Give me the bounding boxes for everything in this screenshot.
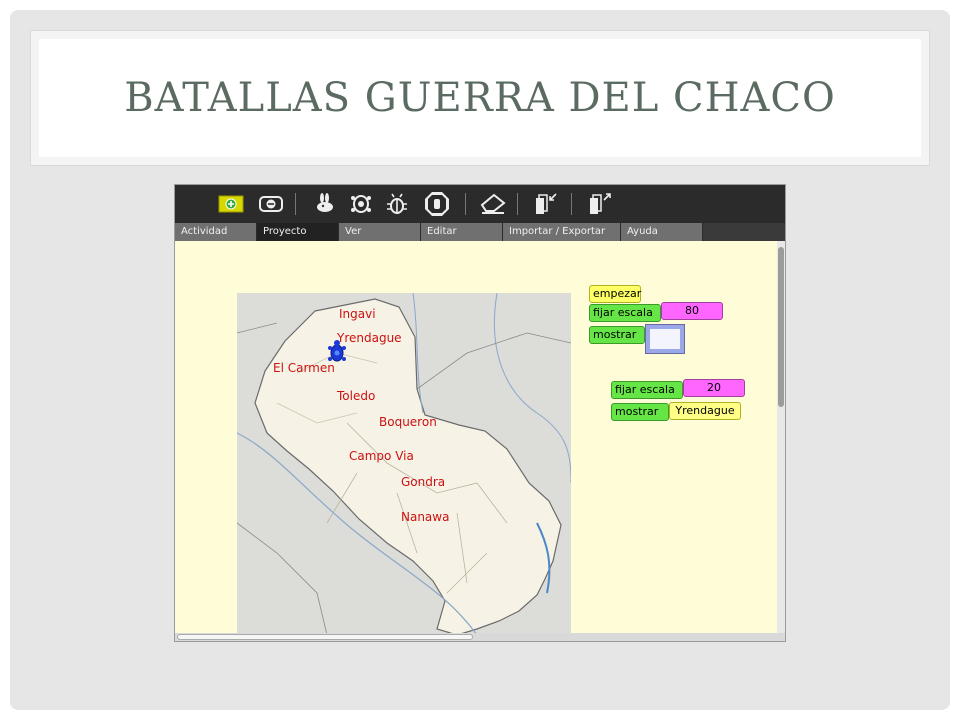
- show-text-block[interactable]: Yrendague: [669, 402, 741, 420]
- expand-icon[interactable]: [585, 191, 613, 217]
- stop-hand-icon[interactable]: [423, 191, 451, 217]
- title-banner: BATALLAS GUERRA DEL CHACO: [30, 30, 930, 166]
- show-block-2[interactable]: mostrar: [611, 403, 669, 421]
- horizontal-scroll-thumb[interactable]: [177, 634, 473, 640]
- tab-importar-exportar[interactable]: Importar / Exportar: [503, 223, 621, 241]
- tab-ver[interactable]: Ver: [339, 223, 421, 241]
- tab-proyecto[interactable]: Proyecto: [257, 223, 339, 241]
- map-label-nanawa: Nanawa: [401, 510, 450, 524]
- toolbar: [175, 185, 785, 223]
- tab-ayuda[interactable]: Ayuda: [621, 223, 703, 241]
- turtle-step-icon[interactable]: [347, 191, 375, 217]
- map-label-yrendague: Yrendague: [337, 331, 402, 345]
- vertical-scroll-thumb[interactable]: [778, 247, 784, 407]
- rabbit-run-icon[interactable]: [311, 191, 339, 217]
- bug-debug-icon[interactable]: [383, 191, 411, 217]
- slide-title: BATALLAS GUERRA DEL CHACO: [124, 75, 836, 121]
- tab-editar[interactable]: Editar: [421, 223, 503, 241]
- show-block[interactable]: mostrar: [589, 326, 645, 344]
- map-label-ingavi: Ingavi: [339, 307, 376, 321]
- map-label-gondra: Gondra: [401, 475, 446, 489]
- horizontal-scrollbar[interactable]: [175, 633, 785, 641]
- set-scale-block[interactable]: fijar escala: [589, 304, 661, 322]
- map-label-campo-via: Campo Via: [349, 449, 414, 463]
- collapse-icon[interactable]: [531, 191, 559, 217]
- paraguay-map-image: Ingavi Yrendague El Carmen Toledo Boquer…: [237, 293, 571, 635]
- eraser-icon[interactable]: [479, 191, 507, 217]
- turtle-art-window: Actividad Proyecto Ver Editar Importar /…: [174, 184, 786, 642]
- map-label-boqueron: Boqueron: [379, 415, 437, 429]
- start-block[interactable]: empezar: [589, 285, 641, 303]
- map-label-el-carmen: El Carmen: [273, 361, 335, 375]
- image-thumbnail-block[interactable]: [645, 324, 685, 354]
- tab-actividad[interactable]: Actividad: [175, 223, 257, 241]
- set-scale-block-2[interactable]: fijar escala: [611, 381, 683, 399]
- delete-block-icon[interactable]: [257, 191, 285, 217]
- map-label-toledo: Toledo: [337, 389, 376, 403]
- menu-tabs: Actividad Proyecto Ver Editar Importar /…: [175, 223, 785, 241]
- scale-value-block-2[interactable]: 20: [683, 379, 745, 397]
- scale-value-block[interactable]: 80: [661, 302, 723, 320]
- new-block-icon[interactable]: [217, 191, 245, 217]
- vertical-scrollbar[interactable]: [777, 241, 785, 635]
- title-banner-inner: BATALLAS GUERRA DEL CHACO: [39, 39, 921, 157]
